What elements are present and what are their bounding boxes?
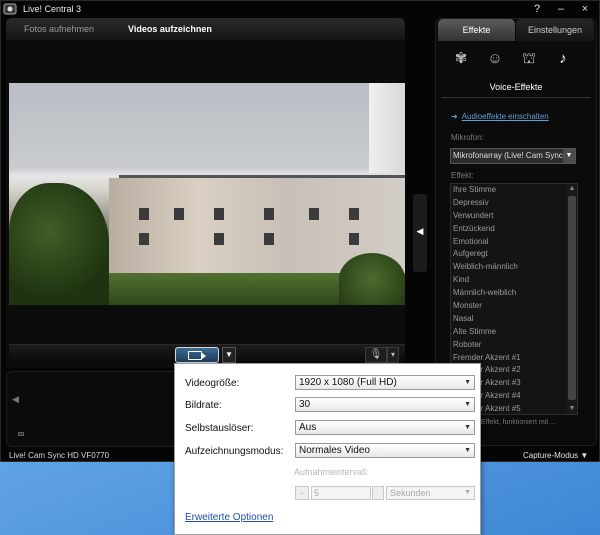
frame-rate-value: 30 bbox=[299, 399, 311, 410]
preview-window bbox=[139, 208, 149, 220]
video-camera-icon bbox=[188, 351, 206, 360]
self-timer-value: Aus bbox=[299, 422, 317, 433]
self-timer-label: Selbstauslöser: bbox=[185, 423, 254, 434]
preview-window bbox=[309, 208, 319, 220]
capture-mode-menu[interactable]: Capture-Modus ▼ bbox=[523, 451, 588, 460]
palette-icon[interactable]: ✾ bbox=[451, 49, 471, 69]
preview-window bbox=[139, 233, 149, 245]
capture-tabs: Fotos aufnehmen Videos aufzeichnen bbox=[6, 18, 405, 40]
capture-mode-arrow: ▼ bbox=[580, 451, 589, 460]
effect-list-item[interactable]: Depressiv bbox=[451, 197, 577, 210]
webcam-preview bbox=[9, 83, 405, 305]
recording-mode-label: Aufzeichnungsmodus: bbox=[185, 446, 284, 457]
section-divider bbox=[441, 97, 591, 98]
interval-input[interactable]: 5 bbox=[311, 486, 371, 500]
video-size-select[interactable]: 1920 x 1080 (Full HD) ▼ bbox=[295, 375, 475, 390]
scroll-thumb[interactable] bbox=[568, 196, 576, 400]
chevron-down-icon: ▼ bbox=[464, 447, 471, 454]
self-timer-select[interactable]: Aus ▼ bbox=[295, 420, 475, 435]
preview-window bbox=[264, 233, 274, 245]
preview-window bbox=[349, 233, 359, 245]
chevron-down-icon: ▼ bbox=[464, 401, 471, 408]
effect-list-item[interactable]: Männlich-weiblich bbox=[451, 287, 577, 300]
interval-decrement-button[interactable]: - bbox=[295, 486, 309, 500]
microphone-label: Mikrofon: bbox=[451, 133, 484, 142]
thumbnail-prev-arrow[interactable]: ◀ bbox=[12, 394, 19, 405]
interval-increment-button[interactable] bbox=[372, 486, 384, 500]
scroll-up-icon[interactable]: ▲ bbox=[567, 184, 577, 194]
audio-effects-toggle-link[interactable]: ➜ Audioeffekte einschalten bbox=[451, 112, 549, 121]
video-size-label: Videogröße: bbox=[185, 378, 240, 389]
effect-list-item[interactable]: Entzückend bbox=[451, 223, 577, 236]
preview-tree bbox=[339, 253, 405, 305]
folder-icon[interactable]: ⮹ bbox=[17, 430, 25, 441]
preview-window bbox=[349, 208, 359, 220]
interval-unit-value: Sekunden bbox=[390, 488, 431, 498]
effect-list-item[interactable]: Alte Stimme bbox=[451, 326, 577, 339]
voice-effect-icon[interactable]: ♪ bbox=[553, 49, 573, 69]
preview-tree bbox=[9, 183, 109, 305]
help-icon[interactable]: ? bbox=[530, 2, 544, 16]
effect-label: Effekt: bbox=[451, 171, 474, 180]
effect-list-item[interactable]: Roboter bbox=[451, 339, 577, 352]
microphone-select-value: Mikrofonarray (Live! Cam Sync HD) bbox=[453, 151, 576, 160]
tab-record-videos[interactable]: Videos aufzeichnen bbox=[128, 24, 212, 34]
frame-rate-label: Bildrate: bbox=[185, 400, 222, 411]
chevron-down-icon: ▼ bbox=[563, 149, 575, 163]
arrow-right-icon: ➜ bbox=[451, 112, 458, 121]
preview-window bbox=[264, 208, 274, 220]
voice-effects-title: Voice-Effekte bbox=[489, 82, 543, 92]
chevron-down-icon: ▼ bbox=[464, 379, 471, 386]
effect-list-scrollbar[interactable]: ▲ ▼ bbox=[567, 184, 577, 414]
scroll-down-icon[interactable]: ▼ bbox=[567, 404, 577, 414]
effect-list-item[interactable]: Monster bbox=[451, 300, 577, 313]
close-button[interactable]: × bbox=[578, 2, 592, 16]
tab-settings[interactable]: Einstellungen bbox=[516, 19, 594, 41]
frame-rate-select[interactable]: 30 ▼ bbox=[295, 397, 475, 412]
app-logo-icon bbox=[3, 3, 17, 15]
effect-category-icons: ✾ ☺ ⛫ ♪ bbox=[451, 49, 591, 71]
video-options-popup: Videogröße: 1920 x 1080 (Full HD) ▼ Bildr… bbox=[174, 363, 481, 535]
collapse-panel-button[interactable]: ◀ bbox=[413, 194, 427, 272]
microphone-select[interactable]: Mikrofonarray (Live! Cam Sync HD) ▼ bbox=[450, 148, 576, 164]
video-size-value: 1920 x 1080 (Full HD) bbox=[299, 377, 397, 388]
recording-mode-value: Normales Video bbox=[299, 445, 370, 456]
preview-window bbox=[214, 208, 224, 220]
effect-list-item[interactable]: Verwundert bbox=[451, 210, 577, 223]
minimize-button[interactable]: – bbox=[554, 2, 568, 16]
capture-mode-label: Capture-Modus bbox=[523, 451, 579, 460]
effect-note: Effekt, funktioniert mit ... bbox=[481, 419, 556, 426]
recording-mode-select[interactable]: Normales Video ▼ bbox=[295, 443, 475, 458]
preview-window bbox=[174, 208, 184, 220]
effect-list-item[interactable]: Nasal bbox=[451, 313, 577, 326]
chevron-down-icon: ▼ bbox=[464, 489, 471, 496]
chevron-down-icon: ▼ bbox=[464, 424, 471, 431]
interval-unit-select[interactable]: Sekunden ▼ bbox=[386, 486, 475, 500]
video-options-dropdown[interactable]: ▼ bbox=[222, 347, 236, 363]
easel-icon[interactable]: ⛫ bbox=[519, 49, 539, 69]
mask-icon[interactable]: ☺ bbox=[485, 49, 505, 69]
effect-list-item[interactable]: Ihre Stimme bbox=[451, 184, 577, 197]
effect-list-item[interactable]: Weiblich-männlich bbox=[451, 261, 577, 274]
effect-list-item[interactable]: Kind bbox=[451, 274, 577, 287]
audio-effects-toggle-label: Audioeffekte einschalten bbox=[461, 112, 549, 121]
recording-interval-label: Aufnahmeintervall: bbox=[294, 467, 369, 477]
app-title: Live! Central 3 bbox=[23, 4, 82, 14]
tab-take-photos[interactable]: Fotos aufnehmen bbox=[24, 24, 94, 34]
microphone-dropdown[interactable]: ▾ bbox=[387, 347, 399, 363]
microphone-button[interactable]: 🎙 bbox=[365, 347, 387, 363]
record-video-button[interactable] bbox=[175, 347, 219, 363]
advanced-options-link[interactable]: Erweiterte Optionen bbox=[185, 512, 273, 523]
preview-window bbox=[214, 233, 224, 245]
camera-name: Live! Cam Sync HD VF0770 bbox=[9, 451, 110, 460]
tab-effects[interactable]: Effekte bbox=[438, 19, 515, 41]
effect-list-item[interactable]: Emotional bbox=[451, 236, 577, 249]
preview-curtain bbox=[369, 83, 405, 173]
title-bar: Live! Central 3 ? – × bbox=[1, 1, 600, 17]
effect-list-item[interactable]: Aufgeregt bbox=[451, 248, 577, 261]
